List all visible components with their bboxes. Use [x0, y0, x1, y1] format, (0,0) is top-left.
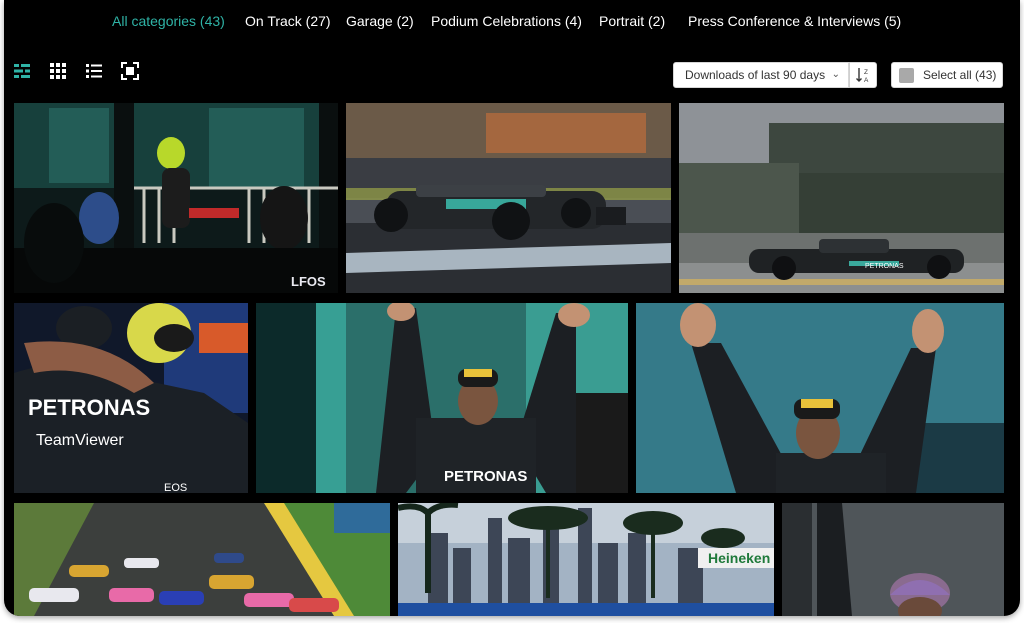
tab-garage[interactable]: Garage (2): [346, 12, 414, 30]
photo-city-skyline[interactable]: Heineken: [398, 503, 774, 616]
select-all-checkbox[interactable]: [899, 68, 914, 83]
tab-all-categories[interactable]: All categories (43): [112, 12, 225, 30]
chevron-down-icon: ⌄: [831, 69, 840, 80]
tab-podium-celebrations[interactable]: Podium Celebrations (4): [431, 12, 582, 30]
photo-driver-purple-cap[interactable]: [782, 503, 1004, 616]
masonry-view-icon[interactable]: [13, 62, 31, 80]
photo-sponsor-text: Heineken: [708, 550, 770, 566]
photo-podium-arms-up-close[interactable]: [636, 303, 1004, 493]
photo-logo-text: LFOS: [291, 274, 326, 289]
fullscreen-icon[interactable]: [121, 62, 139, 80]
sort-selected-value: Downloads of last 90 days: [685, 68, 826, 82]
category-tabs: All categories (43) On Track (27) Garage…: [4, 0, 1020, 44]
sort-z-a-icon: Z A: [856, 68, 869, 83]
photo-sponsor-text-3: EOS: [164, 482, 187, 493]
tab-press-conference[interactable]: Press Conference & Interviews (5): [688, 12, 901, 30]
select-all-button[interactable]: Select all (43): [891, 62, 1003, 88]
photo-car-motion-blur[interactable]: [346, 103, 671, 293]
grid-view-icon[interactable]: [49, 62, 67, 80]
photo-car-panning[interactable]: PETRONAS: [679, 103, 1004, 293]
photo-race-start[interactable]: [14, 503, 390, 616]
select-all-label: Select all (43): [923, 68, 997, 82]
gallery-window: All categories (43) On Track (27) Garage…: [4, 0, 1020, 616]
list-view-icon[interactable]: [85, 62, 103, 80]
sort-dropdown[interactable]: Downloads of last 90 days ⌄: [673, 62, 849, 88]
photo-sponsor-text-2: TeamViewer: [36, 432, 124, 449]
photo-podium-arms-up[interactable]: PETRONAS: [256, 303, 628, 493]
svg-text:Z: Z: [864, 69, 868, 76]
photo-team-hug[interactable]: PETRONAS TeamViewer EOS: [14, 303, 248, 493]
tab-portrait[interactable]: Portrait (2): [599, 12, 665, 30]
photo-sponsor-text-1: PETRONAS: [28, 395, 150, 420]
sort-direction-button[interactable]: Z A: [849, 62, 877, 88]
photo-sponsor-text: PETRONAS: [444, 468, 527, 485]
photo-sponsor-text: PETRONAS: [865, 263, 904, 270]
svg-text:A: A: [864, 77, 869, 83]
photo-fans-gate[interactable]: LFOS: [14, 103, 338, 293]
tab-on-track[interactable]: On Track (27): [245, 12, 331, 30]
